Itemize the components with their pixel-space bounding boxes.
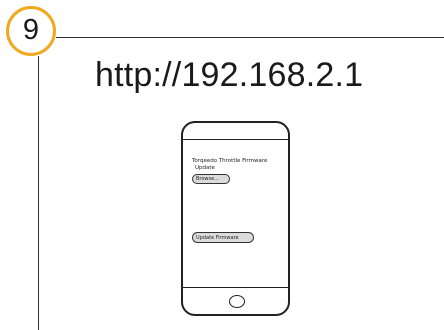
screen-title-line1: Torqeedo Throttle Firmware (192, 158, 268, 164)
screen-title-line2: Update (195, 165, 215, 171)
step-number: 9 (22, 14, 40, 46)
home-button-icon (229, 295, 245, 308)
phone-bottom-bezel-line (183, 287, 288, 288)
phone-illustration: Torqeedo Throttle Firmware Update Browse… (181, 121, 290, 316)
browse-button[interactable]: Browse... (192, 174, 230, 184)
step-badge: 9 (6, 6, 56, 56)
left-divider (38, 56, 39, 330)
screen-title: Torqeedo Throttle Firmware Update (192, 158, 282, 172)
update-firmware-button[interactable]: Update Firmware (192, 232, 254, 243)
phone-top-bezel-line (183, 139, 288, 140)
url-heading: http://192.168.2.1 (95, 56, 364, 94)
instruction-step-panel: 9 http://192.168.2.1 Torqeedo Throttle F… (0, 0, 444, 330)
top-divider (56, 37, 444, 38)
